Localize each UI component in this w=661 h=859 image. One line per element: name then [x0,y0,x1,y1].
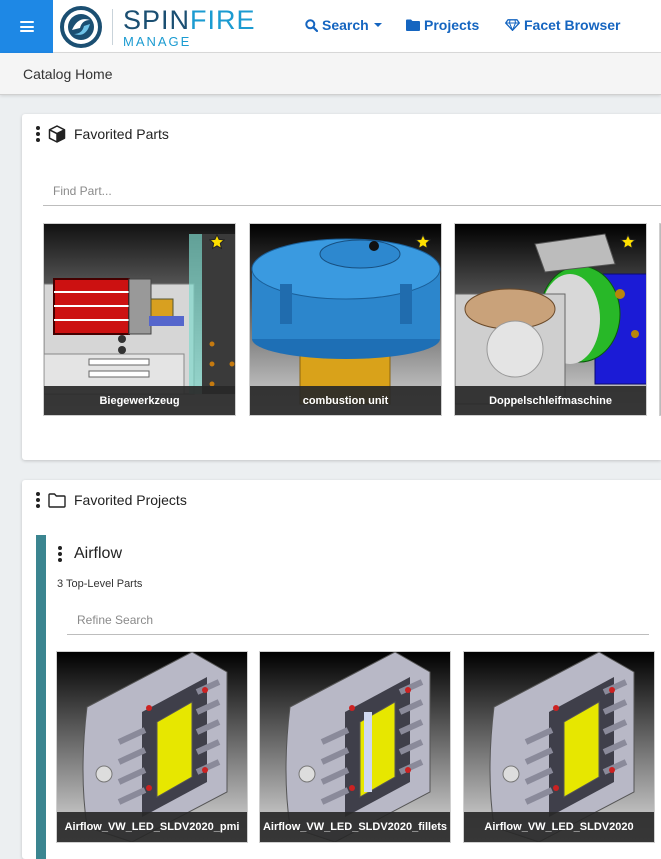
refine-search-field[interactable] [67,605,649,635]
hamburger-icon [19,21,34,32]
refine-search-input[interactable] [67,605,649,634]
part-name-label: combustion unit [250,386,441,415]
favorite-star-icon[interactable] [415,234,431,250]
folder-outline-icon [48,492,66,508]
breadcrumb-home[interactable]: Catalog Home [23,66,113,82]
kebab-menu-icon[interactable] [36,492,40,508]
logo-divider [112,9,113,45]
search-icon [305,18,318,32]
favorited-projects-card: Favorited Projects Airflow 3 Top-Level P… [22,480,661,859]
project-part-card[interactable]: Airflow_VW_LED_SLDV2020 [463,651,655,843]
find-part-input[interactable] [43,176,661,205]
app-logo[interactable]: SPINFIRE MANAGE [60,6,256,48]
project-part-name-label: Airflow_VW_LED_SLDV2020_fillets [260,812,450,842]
logo-primary-text: SPIN [123,4,191,35]
nav-facet-browser[interactable]: Facet Browser [505,17,620,33]
part-name-label: Biegewerkzeug [44,386,235,415]
nav-search-label: Search [322,17,369,33]
nav-search[interactable]: Search [305,17,382,33]
favorited-parts-title: Favorited Parts [74,126,169,142]
folder-icon [406,19,420,31]
favorited-parts-header: Favorited Parts [36,124,169,144]
favorited-projects-header: Favorited Projects [36,490,187,510]
kebab-menu-icon[interactable] [58,546,62,562]
cube-icon [48,125,66,143]
project-block-airflow: Airflow 3 Top-Level Parts Refine Search … [36,535,661,859]
project-part-card[interactable]: Airflow_VW_LED_SLDV2020_fillets [259,651,451,843]
part-card[interactable]: Doppelschleifmaschine [454,223,647,416]
project-part-card[interactable]: Airflow_VW_LED_SLDV2020_pmi [56,651,248,843]
diamond-icon [505,19,520,31]
find-part-field[interactable] [43,176,661,206]
part-card[interactable]: combustion unit [249,223,442,416]
logo-accent-text: FIRE [190,4,256,35]
favorited-projects-title: Favorited Projects [74,492,187,508]
part-card[interactable]: Biegewerkzeug [43,223,236,416]
project-part-count: 3 Top-Level Parts [57,578,143,590]
menu-button[interactable] [0,0,53,53]
project-part-name-label: Airflow_VW_LED_SLDV2020_pmi [57,812,247,842]
nav-projects-label: Projects [424,17,480,33]
nav-facet-label: Facet Browser [524,17,621,33]
favorite-star-icon[interactable] [209,234,225,250]
chevron-down-icon [373,23,382,27]
logo-sub-text: MANAGE [123,33,192,49]
part-name-label: Doppelschleifmaschine [455,386,646,415]
favorited-parts-card: Favorited Parts Find Part... Biegewerkze… [22,114,661,460]
project-header: Airflow [58,545,122,563]
project-title[interactable]: Airflow [74,545,122,563]
nav-projects[interactable]: Projects [406,17,479,33]
project-part-name-label: Airflow_VW_LED_SLDV2020 [464,812,654,842]
top-bar: SPINFIRE MANAGE Search Projects Facet Br… [0,0,661,53]
kebab-menu-icon[interactable] [36,126,40,142]
logo-wordmark: SPINFIRE MANAGE [123,4,256,49]
favorite-star-icon[interactable] [620,234,636,250]
breadcrumb: Catalog Home [0,53,661,95]
spinfire-logo-icon [60,6,102,48]
